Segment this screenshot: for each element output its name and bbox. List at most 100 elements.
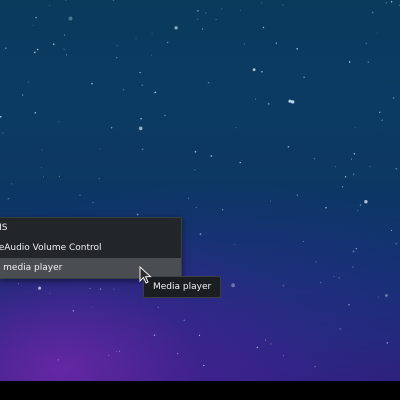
star [188,197,190,199]
star [154,91,157,94]
star [290,100,295,104]
star [98,178,100,180]
star [357,209,359,211]
star [150,54,152,56]
star [58,121,60,123]
star [287,145,290,148]
star [136,213,139,216]
star [119,350,120,352]
star [92,201,94,203]
star [319,281,322,284]
star [89,288,91,290]
star [348,303,350,306]
star [34,112,37,114]
star [57,358,60,361]
star [58,175,61,178]
star [91,82,93,85]
star [282,4,284,6]
star [353,153,356,155]
star [68,16,73,21]
star [52,43,55,45]
star [385,294,388,297]
star [390,229,392,231]
star [151,32,153,35]
starfield [0,0,400,368]
star [22,94,24,96]
star [99,288,102,290]
star [376,32,378,34]
star [215,19,217,20]
star [354,126,356,129]
menu-item-label: C media player [0,263,63,273]
star [262,26,265,29]
star [65,0,67,1]
star [195,206,197,209]
star [315,261,317,263]
desktop-wallpaper [0,0,400,381]
star [177,352,179,355]
star [116,57,118,59]
star [65,54,68,56]
star [36,48,39,51]
star [49,5,51,7]
star [91,306,93,308]
star [255,98,257,100]
star [353,173,355,175]
star [303,76,305,79]
star [183,319,185,321]
star [194,168,196,171]
star [369,165,371,168]
star [210,155,213,157]
star [313,157,316,160]
star [5,47,7,49]
star [325,206,327,209]
star [355,247,358,250]
star [41,149,43,151]
star [303,240,305,243]
star [283,355,285,357]
star [385,2,387,4]
star [288,99,292,103]
star [352,266,354,268]
star [18,283,20,285]
star [201,28,204,30]
menu-item-vlc-media-player[interactable]: C media player [0,258,181,278]
star [207,81,210,84]
star [395,243,397,245]
star [367,61,369,63]
star [27,81,30,83]
application-menu: MS seAudio Volume Control C media player [0,217,182,279]
arrow-pointer-icon [139,266,152,284]
star [234,244,236,245]
star [333,275,335,278]
star [390,1,393,3]
tooltip: Media player [143,276,222,298]
star [141,84,144,86]
star [270,343,272,345]
menu-item-pulseaudio-volume-control[interactable]: seAudio Volume Control [0,238,181,258]
star [270,200,272,202]
star [261,71,263,73]
taskbar [0,381,400,400]
star [314,366,316,368]
star [222,209,224,211]
star [157,306,159,308]
star [351,158,352,160]
star [275,42,277,44]
star [341,186,344,188]
star [231,283,236,288]
star [296,48,298,50]
screen: MS seAudio Volume Control C media player… [0,0,400,400]
star [138,126,143,131]
star [113,288,115,290]
star [256,346,259,349]
star [243,43,246,45]
star [112,0,115,1]
star [352,250,355,253]
menu-item-ms[interactable]: MS [0,218,181,238]
star [122,89,125,91]
star [0,115,2,118]
star [282,284,285,287]
star [99,148,101,150]
star [196,18,199,20]
